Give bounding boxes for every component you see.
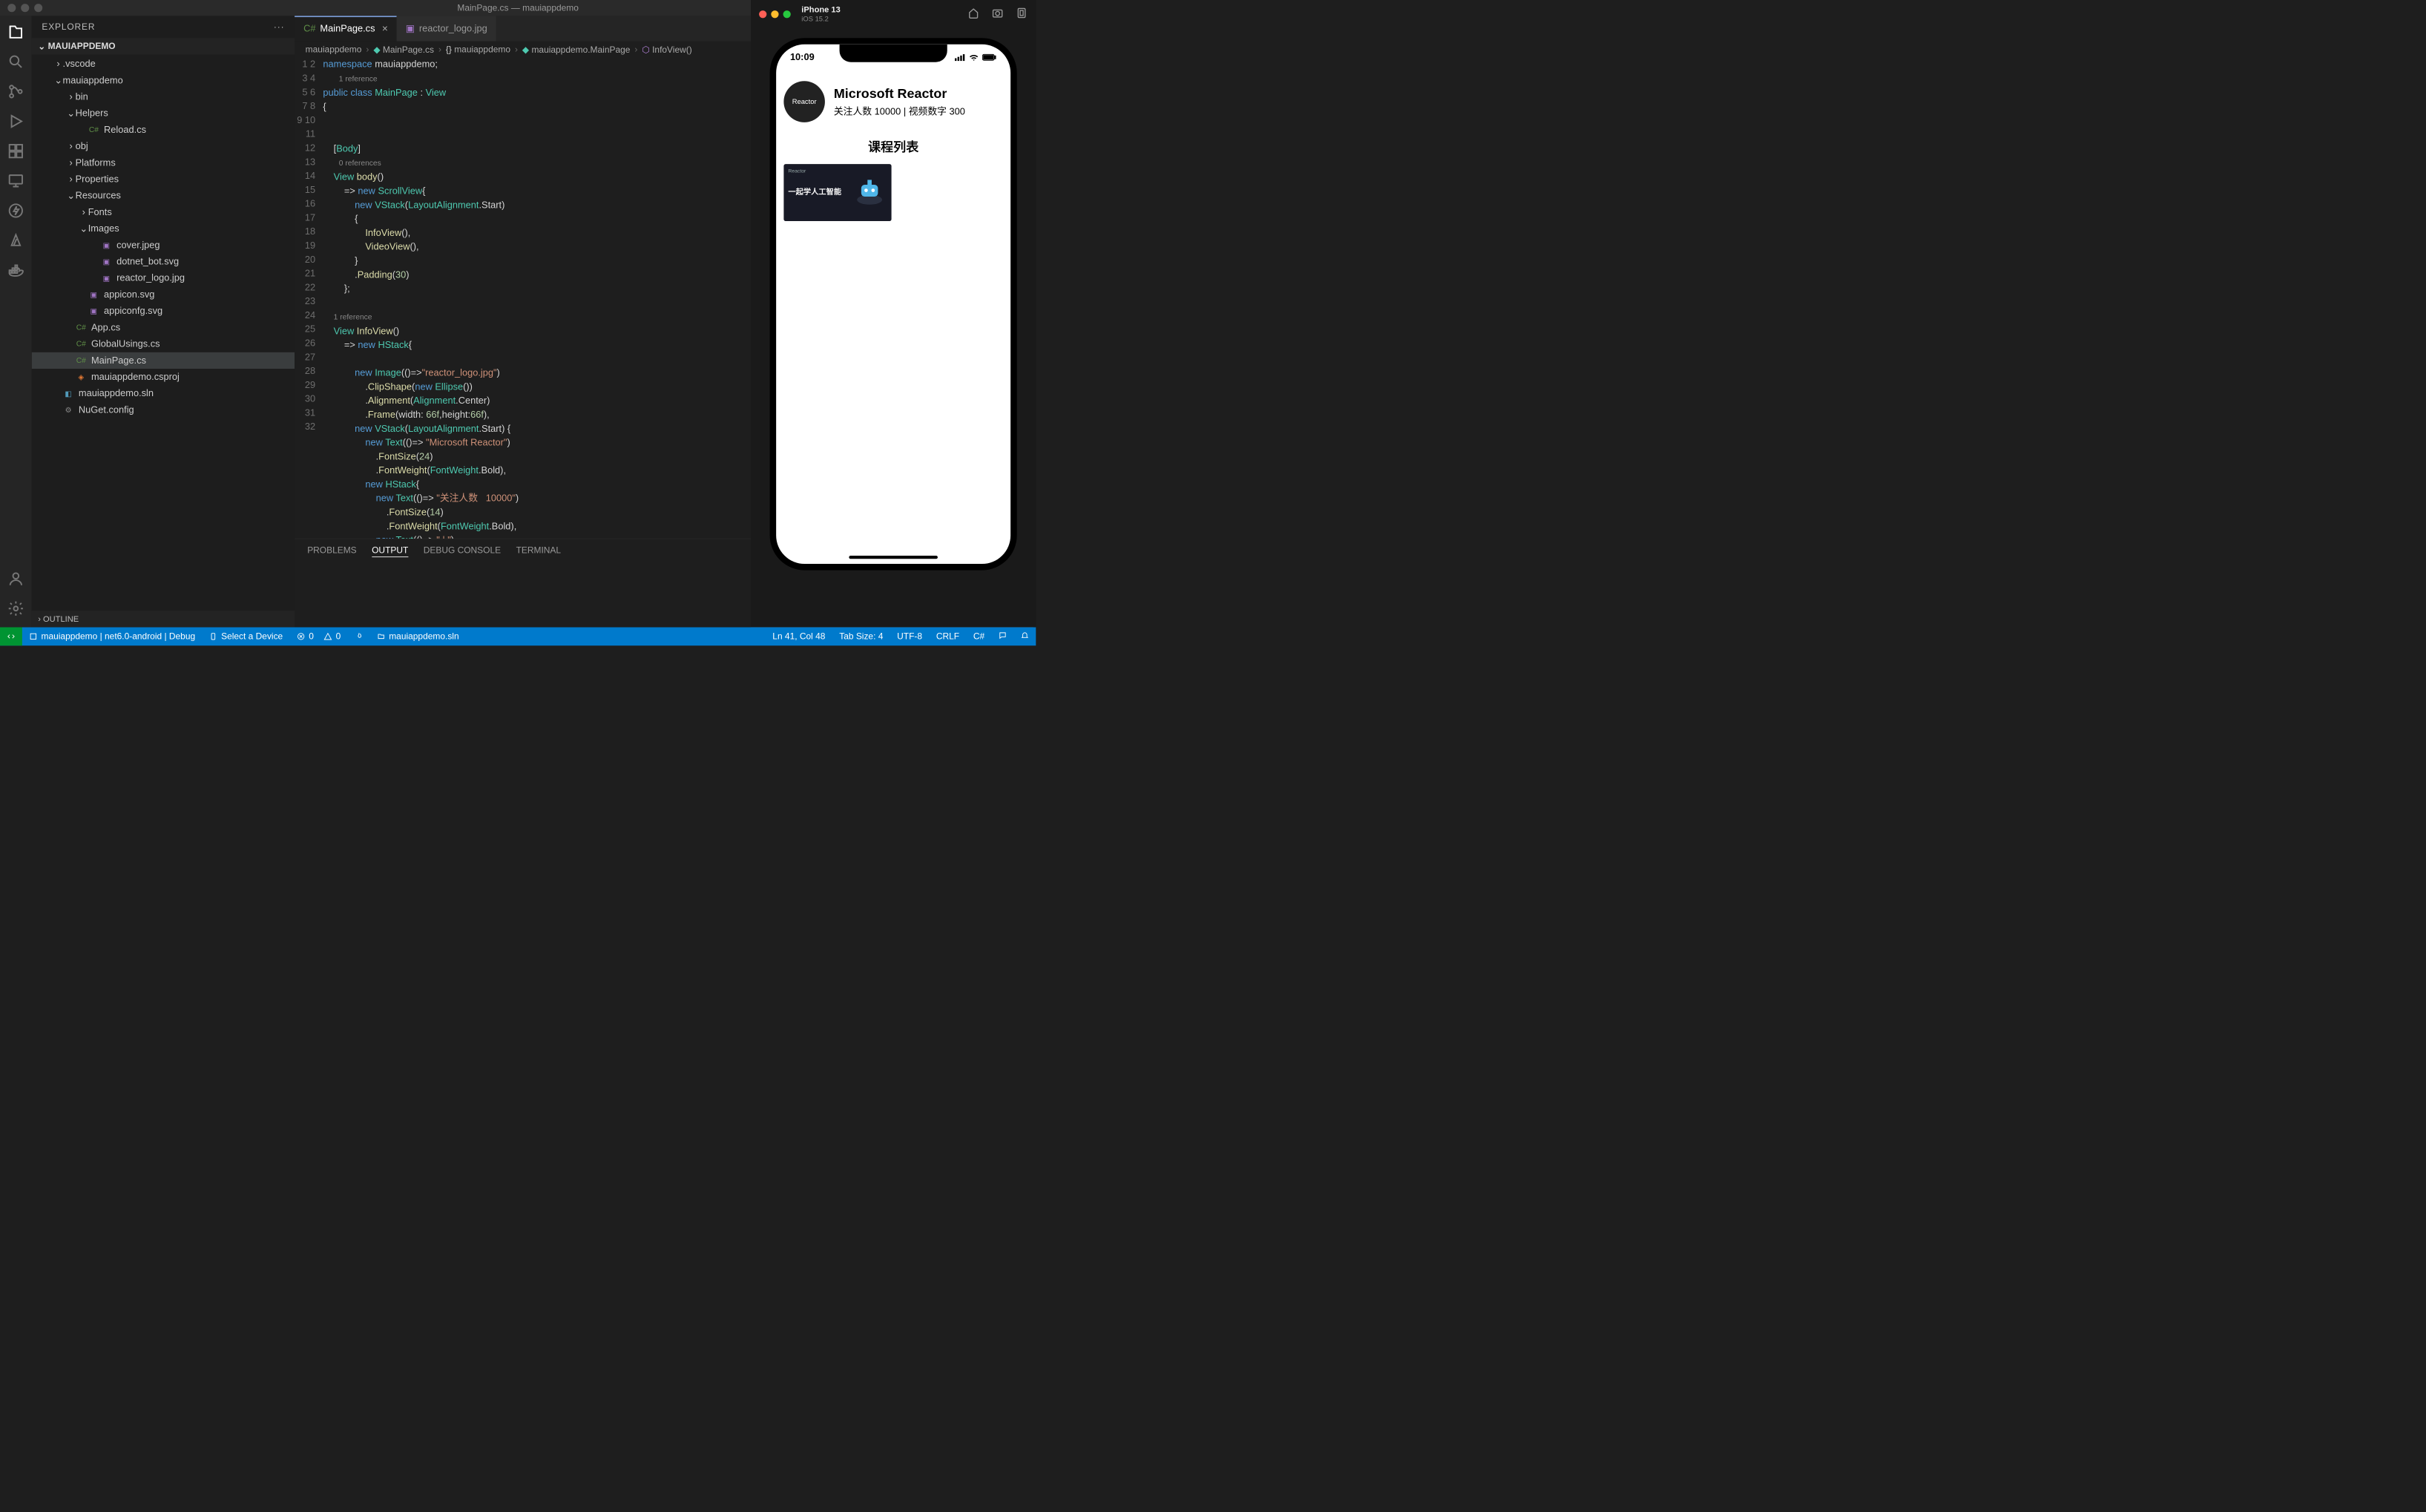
tree-item-platforms[interactable]: ›Platforms [32,154,295,171]
tree-item-nuget-config[interactable]: ⚙NuGet.config [32,401,295,418]
status-errors[interactable]: 0 0 [290,627,348,645]
app-title: Microsoft Reactor [834,86,965,101]
rotate-icon[interactable] [1016,7,1028,22]
panel-tab-terminal[interactable]: TERMINAL [516,545,561,557]
simulator-titlebar: iPhone 13 iOS 15.2 [751,0,1036,28]
more-icon[interactable]: ··· [274,22,285,32]
home-icon[interactable] [967,7,979,22]
tree-item-cover-jpeg[interactable]: ▣cover.jpeg [32,237,295,253]
tree-item-images[interactable]: ⌄Images [32,220,295,237]
tree-item-obj[interactable]: ›obj [32,138,295,154]
tree-item-mauiappdemo[interactable]: ⌄mauiappdemo [32,72,295,88]
tab-mainpage-cs[interactable]: C#MainPage.cs× [295,16,397,41]
tree-item-appicon-svg[interactable]: ▣appicon.svg [32,286,295,303]
tree-item-reload-cs[interactable]: C#Reload.cs [32,122,295,138]
tree-item-app-cs[interactable]: C#App.cs [32,319,295,335]
status-encoding[interactable]: UTF-8 [890,631,930,642]
status-solution[interactable]: mauiappdemo.sln [370,627,466,645]
phone-screen[interactable]: 10:09 Reactor Microsoft Reactor 关注人数 100… [776,45,1010,564]
screenshot-icon[interactable] [992,7,1004,22]
tree-item-bin[interactable]: ›bin [32,89,295,105]
status-bell-icon[interactable] [1013,631,1036,640]
app-content: Reactor Microsoft Reactor 关注人数 10000 | 视… [776,63,1010,240]
file-tree: ›.vscode⌄mauiappdemo›bin⌄HelpersC#Reload… [32,54,295,611]
source-control-icon[interactable] [7,83,24,102]
simulator-window-controls[interactable] [759,10,791,18]
status-flame-icon[interactable] [348,627,370,645]
status-cursor[interactable]: Ln 41, Col 48 [766,631,832,642]
status-project[interactable]: mauiappdemo | net6.0-android | Debug [22,627,203,645]
panel-tab-output[interactable]: OUTPUT [372,545,408,557]
tree-item-globalusings-cs[interactable]: C#GlobalUsings.cs [32,336,295,352]
reactor-logo: Reactor [783,81,825,122]
folder-header[interactable]: ⌄ MAUIAPPDEMO [32,38,295,54]
tree-item-mauiappdemo-csproj[interactable]: ◈mauiappdemo.csproj [32,369,295,385]
remote-explorer-icon[interactable] [7,172,24,191]
explorer-title: EXPLORER [42,22,95,32]
tab-reactor_logo-jpg[interactable]: ▣reactor_logo.jpg [397,16,496,41]
app-subtitle: 关注人数 10000 | 视频数字 300 [834,104,965,118]
line-gutter: 1 2 3 4 5 6 7 8 9 10 11 12 13 14 15 16 1… [295,58,323,539]
panel-tab-debug-console[interactable]: DEBUG CONSOLE [424,545,501,557]
status-feedback-icon[interactable] [992,631,1014,640]
docker-icon[interactable] [7,262,24,281]
simulator-window: iPhone 13 iOS 15.2 10:09 Reactor [751,0,1036,627]
courses-heading: 课程列表 [783,137,1002,155]
simulator-device-label: iPhone 13 iOS 15.2 [801,4,840,24]
status-language[interactable]: C# [966,631,991,642]
chevron-down-icon: ⌄ [38,41,45,51]
home-indicator[interactable] [849,556,938,559]
thunder-icon[interactable] [7,202,24,221]
tree-item-dotnet_bot-svg[interactable]: ▣dotnet_bot.svg [32,254,295,270]
account-icon[interactable] [7,571,24,590]
tree-item-resources[interactable]: ⌄Resources [32,188,295,204]
status-eol[interactable]: CRLF [929,631,966,642]
window-title: MainPage.cs — mauiappdemo [457,3,578,13]
tree-item-mainpage-cs[interactable]: C#MainPage.cs [32,352,295,369]
tree-item--vscode[interactable]: ›.vscode [32,56,295,72]
panel-tab-problems[interactable]: PROBLEMS [307,545,356,557]
chevron-right-icon: › [38,614,41,624]
course-card[interactable]: Reactor 一起学人工智能 [783,164,891,221]
tree-item-appiconfg-svg[interactable]: ▣appiconfg.svg [32,303,295,319]
phone-status-icons [955,52,996,63]
search-icon[interactable] [7,53,24,73]
tree-item-mauiappdemo-sln[interactable]: ◧mauiappdemo.sln [32,385,295,401]
tree-item-fonts[interactable]: ›Fonts [32,204,295,220]
settings-gear-icon[interactable] [7,600,24,619]
status-tabsize[interactable]: Tab Size: 4 [832,631,890,642]
status-bar: mauiappdemo | net6.0-android | Debug Sel… [0,627,1036,645]
phone-frame: 10:09 Reactor Microsoft Reactor 关注人数 100… [770,38,1017,570]
tree-item-properties[interactable]: ›Properties [32,171,295,188]
tree-item-reactor_logo-jpg[interactable]: ▣reactor_logo.jpg [32,270,295,286]
bot-icon [852,174,887,208]
activity-bar [0,16,32,627]
tree-item-helpers[interactable]: ⌄Helpers [32,105,295,122]
explorer-icon[interactable] [7,24,24,43]
outline-header[interactable]: › OUTLINE [32,611,295,627]
extensions-icon[interactable] [7,142,24,162]
run-debug-icon[interactable] [7,113,24,132]
window-controls[interactable] [7,4,42,12]
sidebar-header: EXPLORER ··· [32,16,295,38]
status-device[interactable]: Select a Device [203,627,290,645]
azure-icon[interactable] [7,232,24,252]
sidebar: EXPLORER ··· ⌄ MAUIAPPDEMO ›.vscode⌄maui… [32,16,295,627]
remote-indicator[interactable] [0,627,22,645]
phone-notch [840,45,947,62]
